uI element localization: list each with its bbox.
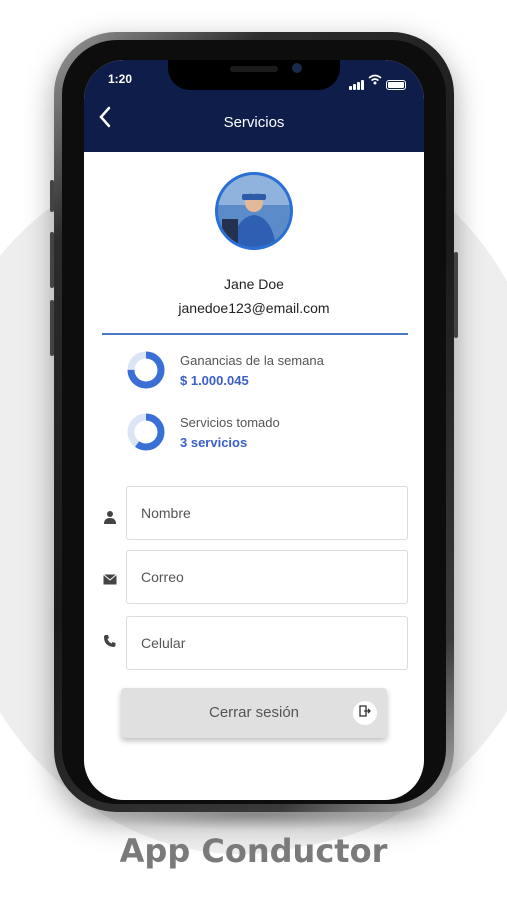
status-icons <box>349 72 406 90</box>
page-title: Servicios <box>223 114 285 131</box>
speaker <box>230 66 278 72</box>
signal-icon <box>349 80 364 90</box>
mail-icon <box>102 572 118 588</box>
battery-icon <box>386 80 406 90</box>
user-email: janedoe123@email.com <box>178 300 330 316</box>
avatar <box>215 172 293 250</box>
weekly-earnings-stat: Ganancias de la semana $ 1.000.045 <box>126 350 324 390</box>
wifi-icon <box>368 72 382 90</box>
status-time: 1:20 <box>108 72 133 86</box>
front-camera <box>292 63 302 73</box>
driver-photo <box>218 175 290 247</box>
user-icon <box>102 510 118 526</box>
name-field[interactable] <box>126 486 408 540</box>
volume-down-button <box>50 300 54 356</box>
volume-up-button <box>50 232 54 288</box>
notch <box>168 60 340 90</box>
power-button <box>454 252 458 338</box>
phone-icon <box>102 634 118 650</box>
services-value: 3 servicios <box>180 434 248 450</box>
logout-icon <box>353 701 377 725</box>
mute-switch <box>50 180 54 212</box>
section-divider <box>102 333 408 335</box>
phone-field[interactable] <box>126 616 408 670</box>
services-donut-icon <box>127 413 165 451</box>
app-screen: 1:20 Servicios Jane Doe janedoe123@email… <box>84 60 424 800</box>
earnings-value: $ 1.000.045 <box>180 372 249 388</box>
services-label: Servicios tomado <box>180 414 280 430</box>
services-taken-stat: Servicios tomado 3 servicios <box>126 412 280 452</box>
logout-button[interactable]: Cerrar sesión <box>121 688 387 738</box>
earnings-label: Ganancias de la semana <box>180 352 324 368</box>
user-name: Jane Doe <box>224 276 284 292</box>
earnings-donut-icon <box>127 351 165 389</box>
caption-title: App Conductor <box>119 832 388 870</box>
logout-label: Cerrar sesión <box>208 704 300 721</box>
email-field[interactable] <box>126 550 408 604</box>
